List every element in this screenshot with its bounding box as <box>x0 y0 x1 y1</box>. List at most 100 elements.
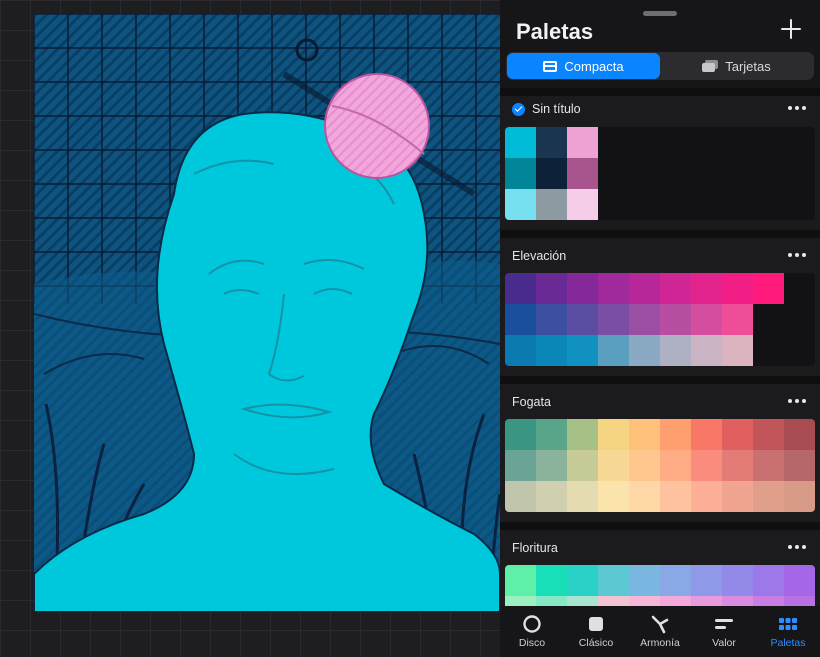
color-swatch[interactable] <box>505 158 536 189</box>
color-swatch[interactable] <box>691 419 722 450</box>
empty-swatch[interactable] <box>660 158 691 189</box>
empty-swatch[interactable] <box>753 127 784 158</box>
color-swatch[interactable] <box>598 304 629 335</box>
color-swatch[interactable] <box>753 481 784 512</box>
color-swatch[interactable] <box>660 419 691 450</box>
color-swatch[interactable] <box>567 565 598 596</box>
color-swatch[interactable] <box>567 158 598 189</box>
color-swatch[interactable] <box>629 419 660 450</box>
color-swatch[interactable] <box>660 481 691 512</box>
color-swatch[interactable] <box>567 304 598 335</box>
color-swatch[interactable] <box>505 304 536 335</box>
color-swatch[interactable] <box>753 419 784 450</box>
empty-swatch[interactable] <box>784 189 815 220</box>
color-swatch[interactable] <box>598 335 629 366</box>
color-swatch[interactable] <box>753 565 784 596</box>
color-swatch[interactable] <box>691 565 722 596</box>
color-swatch[interactable] <box>598 273 629 304</box>
color-swatch[interactable] <box>629 273 660 304</box>
tab-disco[interactable]: Disco <box>500 606 564 657</box>
add-palette-button[interactable] <box>780 18 802 40</box>
color-swatch[interactable] <box>536 565 567 596</box>
color-swatch[interactable] <box>536 273 567 304</box>
empty-swatch[interactable] <box>598 127 629 158</box>
color-swatch[interactable] <box>536 127 567 158</box>
color-swatch[interactable] <box>505 189 536 220</box>
empty-swatch[interactable] <box>660 127 691 158</box>
tab-valor[interactable]: Valor <box>692 606 756 657</box>
color-swatch[interactable] <box>505 419 536 450</box>
empty-swatch[interactable] <box>753 189 784 220</box>
color-swatch[interactable] <box>629 304 660 335</box>
segment-compact[interactable]: Compacta <box>507 53 660 79</box>
color-swatch[interactable] <box>691 335 722 366</box>
color-swatch[interactable] <box>629 450 660 481</box>
color-swatch[interactable] <box>691 450 722 481</box>
empty-swatch[interactable] <box>722 127 753 158</box>
color-swatch[interactable] <box>691 304 722 335</box>
color-swatch[interactable] <box>660 273 691 304</box>
color-swatch[interactable] <box>753 450 784 481</box>
empty-swatch[interactable] <box>753 335 784 366</box>
empty-swatch[interactable] <box>722 158 753 189</box>
color-swatch[interactable] <box>567 450 598 481</box>
color-swatch[interactable] <box>629 481 660 512</box>
color-swatch[interactable] <box>598 419 629 450</box>
color-swatch[interactable] <box>567 127 598 158</box>
color-swatch[interactable] <box>567 419 598 450</box>
color-swatch[interactable] <box>567 273 598 304</box>
color-swatch[interactable] <box>567 335 598 366</box>
color-swatch[interactable] <box>505 481 536 512</box>
color-swatch[interactable] <box>722 419 753 450</box>
color-swatch[interactable] <box>722 304 753 335</box>
color-swatch[interactable] <box>567 189 598 220</box>
color-swatch[interactable] <box>784 565 815 596</box>
empty-swatch[interactable] <box>691 127 722 158</box>
color-swatch[interactable] <box>629 565 660 596</box>
color-swatch[interactable] <box>536 419 567 450</box>
palette-options-button[interactable] <box>788 253 806 257</box>
empty-swatch[interactable] <box>629 127 660 158</box>
palette-options-button[interactable] <box>788 399 806 403</box>
empty-swatch[interactable] <box>629 189 660 220</box>
color-swatch[interactable] <box>784 419 815 450</box>
color-swatch[interactable] <box>536 335 567 366</box>
color-swatch[interactable] <box>598 565 629 596</box>
empty-swatch[interactable] <box>660 189 691 220</box>
empty-swatch[interactable] <box>629 158 660 189</box>
empty-swatch[interactable] <box>598 189 629 220</box>
empty-swatch[interactable] <box>753 304 784 335</box>
color-swatch[interactable] <box>505 450 536 481</box>
empty-swatch[interactable] <box>691 189 722 220</box>
color-swatch[interactable] <box>536 189 567 220</box>
color-swatch[interactable] <box>598 481 629 512</box>
color-swatch[interactable] <box>722 450 753 481</box>
tab-clasico[interactable]: Clásico <box>564 606 628 657</box>
default-palette-check-icon[interactable] <box>512 102 525 116</box>
color-swatch[interactable] <box>660 304 691 335</box>
color-swatch[interactable] <box>505 335 536 366</box>
tab-armonia[interactable]: Armonía <box>628 606 692 657</box>
color-swatch[interactable] <box>505 273 536 304</box>
empty-swatch[interactable] <box>598 158 629 189</box>
empty-swatch[interactable] <box>691 158 722 189</box>
color-swatch[interactable] <box>753 273 784 304</box>
color-swatch[interactable] <box>536 304 567 335</box>
empty-swatch[interactable] <box>784 335 815 366</box>
color-swatch[interactable] <box>505 565 536 596</box>
color-swatch[interactable] <box>691 481 722 512</box>
palette-options-button[interactable] <box>788 545 806 549</box>
empty-swatch[interactable] <box>753 158 784 189</box>
panel-grabber[interactable] <box>643 11 677 16</box>
color-swatch[interactable] <box>691 273 722 304</box>
color-swatch[interactable] <box>505 127 536 158</box>
color-swatch[interactable] <box>660 450 691 481</box>
color-swatch[interactable] <box>784 481 815 512</box>
color-swatch[interactable] <box>722 273 753 304</box>
color-swatch[interactable] <box>722 565 753 596</box>
empty-swatch[interactable] <box>784 158 815 189</box>
color-swatch[interactable] <box>536 158 567 189</box>
color-swatch[interactable] <box>629 335 660 366</box>
color-swatch[interactable] <box>722 481 753 512</box>
color-swatch[interactable] <box>660 565 691 596</box>
